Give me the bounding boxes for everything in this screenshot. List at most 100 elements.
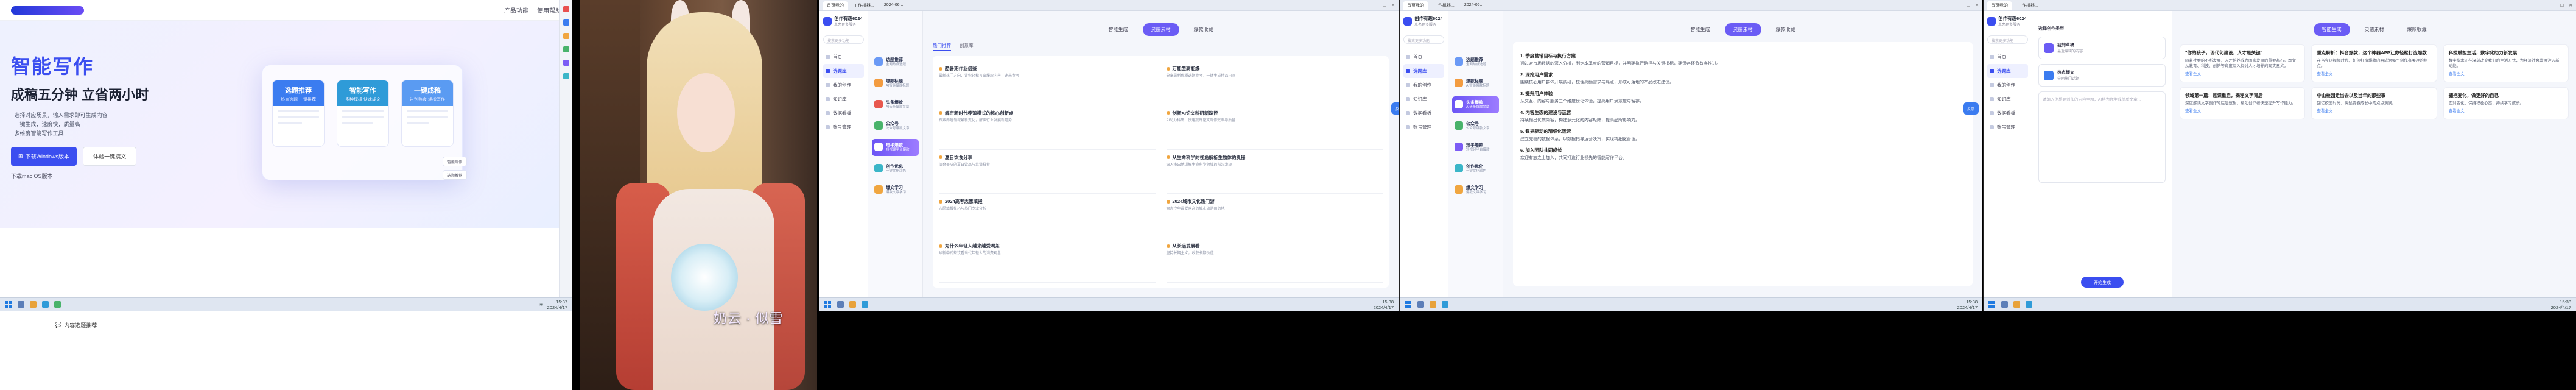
search-icon[interactable] [837, 301, 844, 308]
start-icon[interactable] [824, 300, 832, 308]
list-item[interactable]: 2024高考志愿填报 志愿填报技巧与热门专业分析 [939, 194, 1156, 239]
browser-tab[interactable]: 2024-06... [1461, 2, 1487, 9]
list-item[interactable]: 夏日饮食分享 清爽美味的夏日饮品与菜谱推荐 [939, 150, 1156, 194]
tool-icon[interactable] [563, 73, 569, 79]
sidebar-item-dashboard[interactable]: 数据看板 [1403, 106, 1444, 120]
sidebar-item-topics[interactable]: 选题库 [1987, 64, 2028, 78]
tab-inspiration[interactable]: 灵感素材 [1142, 23, 1179, 36]
avatar[interactable] [1987, 17, 1996, 26]
tool-item[interactable]: 爆文学习 爆款文章学习 [872, 182, 919, 199]
sidebar-item-topics[interactable]: 选题库 [823, 64, 864, 78]
tool-icon[interactable] [563, 46, 569, 52]
maximize-icon[interactable]: ☐ [1383, 3, 1386, 8]
read-more-link[interactable]: 查看全文 [2449, 108, 2563, 114]
type-card[interactable]: 我的草稿 最近编辑的内容 [2038, 37, 2166, 59]
result-card[interactable]: "你的孩子，现代化建设，人才是关键" 随着社会的不断发展，人才培养成为国家发展的重… [2180, 44, 2306, 82]
folder-icon[interactable] [30, 301, 37, 308]
tool-icon[interactable] [563, 33, 569, 39]
chat-entry[interactable]: 💬 内容选题推荐 [55, 321, 97, 329]
sidebar-item-knowledge[interactable]: 知识库 [823, 92, 864, 106]
tool-item[interactable]: 创作优化 一键优化润色 [872, 160, 919, 177]
browser-icon[interactable] [42, 301, 49, 308]
tool-item[interactable]: 选题推荐 全网热点选题 [1452, 54, 1499, 71]
result-card[interactable]: 科技赋能生活，数字化助力新发展 数字技术正在深刻改变我们的生活方式，为经济社会发展… [2443, 44, 2569, 82]
browser-tab[interactable]: 首页我的 [1403, 1, 1428, 10]
read-more-link[interactable]: 查看全文 [2185, 108, 2300, 114]
tool-item[interactable]: 头条爆款 AI头条爆款文章 [872, 96, 919, 113]
nav-link-features[interactable]: 产品功能 [504, 5, 528, 15]
tool-item[interactable]: 创作优化 一键优化润色 [1452, 160, 1499, 177]
tab-favorites[interactable]: 爆款收藏 [1185, 23, 1222, 36]
download-windows-button[interactable]: ⊞ 下载Windows版本 [11, 147, 77, 166]
sidebar-item-home[interactable]: 首页 [1987, 50, 2028, 64]
list-item[interactable]: 从长远发展看 坚持长期主义，收获长期价值 [1166, 238, 1383, 283]
tab-inspiration[interactable]: 灵感素材 [2356, 23, 2393, 36]
tool-icon[interactable] [563, 20, 569, 26]
browser-tab[interactable]: 首页我的 [823, 1, 848, 10]
read-more-link[interactable]: 查看全文 [2317, 71, 2431, 77]
tool-item[interactable]: 短平爆款 短视频平台爆款 [1452, 139, 1499, 156]
browser-tab[interactable]: 2024-06... [880, 2, 907, 9]
search-icon[interactable] [1417, 301, 1424, 308]
close-icon[interactable]: ✕ [2569, 3, 2572, 8]
close-icon[interactable]: ✕ [1391, 3, 1395, 8]
sidebar-item-topics[interactable]: 选题库 [1403, 64, 1444, 78]
sidebar-item-mycreation[interactable]: 我的创作 [823, 78, 864, 92]
read-more-link[interactable]: 查看全文 [2317, 108, 2431, 114]
result-card[interactable]: 中山校园走出去以及当年的那些事 回忆校园时光，讲述青春成长中的点点滴滴。 查看全文 [2311, 87, 2437, 119]
tool-icon[interactable] [563, 6, 569, 12]
maximize-icon[interactable]: ☐ [2560, 3, 2564, 8]
search-icon[interactable] [2001, 301, 2008, 308]
tab-favorites[interactable]: 爆款收藏 [1767, 23, 1804, 36]
browser-icon[interactable] [862, 301, 868, 308]
sidebar-item-knowledge[interactable]: 知识库 [1403, 92, 1444, 106]
tab-favorites[interactable]: 爆款收藏 [2399, 23, 2435, 36]
nav-link-help[interactable]: 使用帮助 [537, 5, 561, 15]
tool-item[interactable]: 爆文学习 爆款文章学习 [1452, 182, 1499, 199]
app-icon[interactable] [54, 301, 61, 308]
tool-item[interactable]: 爆款标题 AI智能爆款标题 [1452, 75, 1499, 92]
list-item[interactable]: 为什么年轻人越来越爱喝茶 从新中式茶饮看当代年轻人的消费观念 [939, 238, 1156, 283]
browser-tab[interactable]: 工作机器... [850, 1, 878, 10]
list-item[interactable]: 从生命科学的视角解析生物体的奥秘 深入浅出地讲解生命科学领域的前沿发现 [1166, 150, 1383, 194]
experience-button[interactable]: 体验一键撰文 [83, 147, 137, 166]
browser-tab[interactable]: 工作机器... [1430, 1, 1458, 10]
tool-item[interactable]: 公众号 公众号爆款文章 [1452, 118, 1499, 135]
start-icon[interactable] [5, 300, 12, 308]
minimize-icon[interactable]: — [1374, 3, 1378, 8]
search-input[interactable]: 搜索更多功能 [1987, 35, 2028, 44]
wifi-icon[interactable]: ≋ [539, 302, 544, 307]
read-more-link[interactable]: 查看全文 [2185, 71, 2300, 77]
tab-hot[interactable]: 热门推荐 [933, 42, 951, 51]
close-icon[interactable]: ✕ [1975, 3, 1979, 8]
sidebar-item-dashboard[interactable]: 数据看板 [823, 106, 864, 120]
sidebar-item-dashboard[interactable]: 数据看板 [1987, 106, 2028, 120]
sidebar-item-account[interactable]: 账号管理 [1403, 120, 1444, 134]
tab-generate[interactable]: 智能生成 [2313, 23, 2350, 36]
sidebar-item-mycreation[interactable]: 我的创作 [1987, 78, 2028, 92]
search-icon[interactable] [18, 301, 24, 308]
browser-tab[interactable]: 首页我的 [1987, 1, 2012, 10]
feedback-button[interactable]: 反馈 [1963, 102, 1979, 115]
browser-tab[interactable]: 工作机器... [2014, 1, 2042, 10]
feedback-button[interactable]: 反馈 [1391, 102, 1399, 115]
tab-generate[interactable]: 智能生成 [1682, 23, 1719, 36]
folder-icon[interactable] [1430, 301, 1436, 308]
avatar[interactable] [1403, 17, 1412, 26]
result-card[interactable]: 拥抱变化，做更好的自己 面对变化，保持积极心态，持续学习成长。 查看全文 [2443, 87, 2569, 119]
folder-icon[interactable] [2013, 301, 2020, 308]
minimize-icon[interactable]: — [1957, 3, 1962, 8]
list-item[interactable]: 酷暑期作业借鉴 最新热门方向，让你轻松写出爆款内容，速来参考 [939, 61, 1156, 105]
list-item[interactable]: 2024城市文化热门游 盘点今年最受欢迎的城市旅游目的地 [1166, 194, 1383, 239]
search-input[interactable]: 搜索更多功能 [823, 35, 864, 44]
result-card[interactable]: 重点解析：抖音爆款，这个神器APP让你轻松打造爆款 在当今短视频时代，如何打造爆款… [2311, 44, 2437, 82]
sidebar-item-account[interactable]: 账号管理 [1987, 120, 2028, 134]
tool-item[interactable]: 公众号 公众号爆款文章 [872, 118, 919, 135]
tool-item[interactable]: 选题推荐 全网热点选题 [872, 54, 919, 71]
tool-item-active[interactable]: 头条爆款 AI头条爆款文章 [1452, 96, 1499, 113]
browser-icon[interactable] [1442, 301, 1448, 308]
list-item[interactable]: 解密新时代养殖模式的核心创新点 探索养殖领域最新变化，解读行业发展新趋势 [939, 105, 1156, 150]
avatar[interactable] [823, 17, 832, 26]
tool-icon[interactable] [563, 60, 569, 66]
minimize-icon[interactable]: — [2551, 3, 2555, 8]
